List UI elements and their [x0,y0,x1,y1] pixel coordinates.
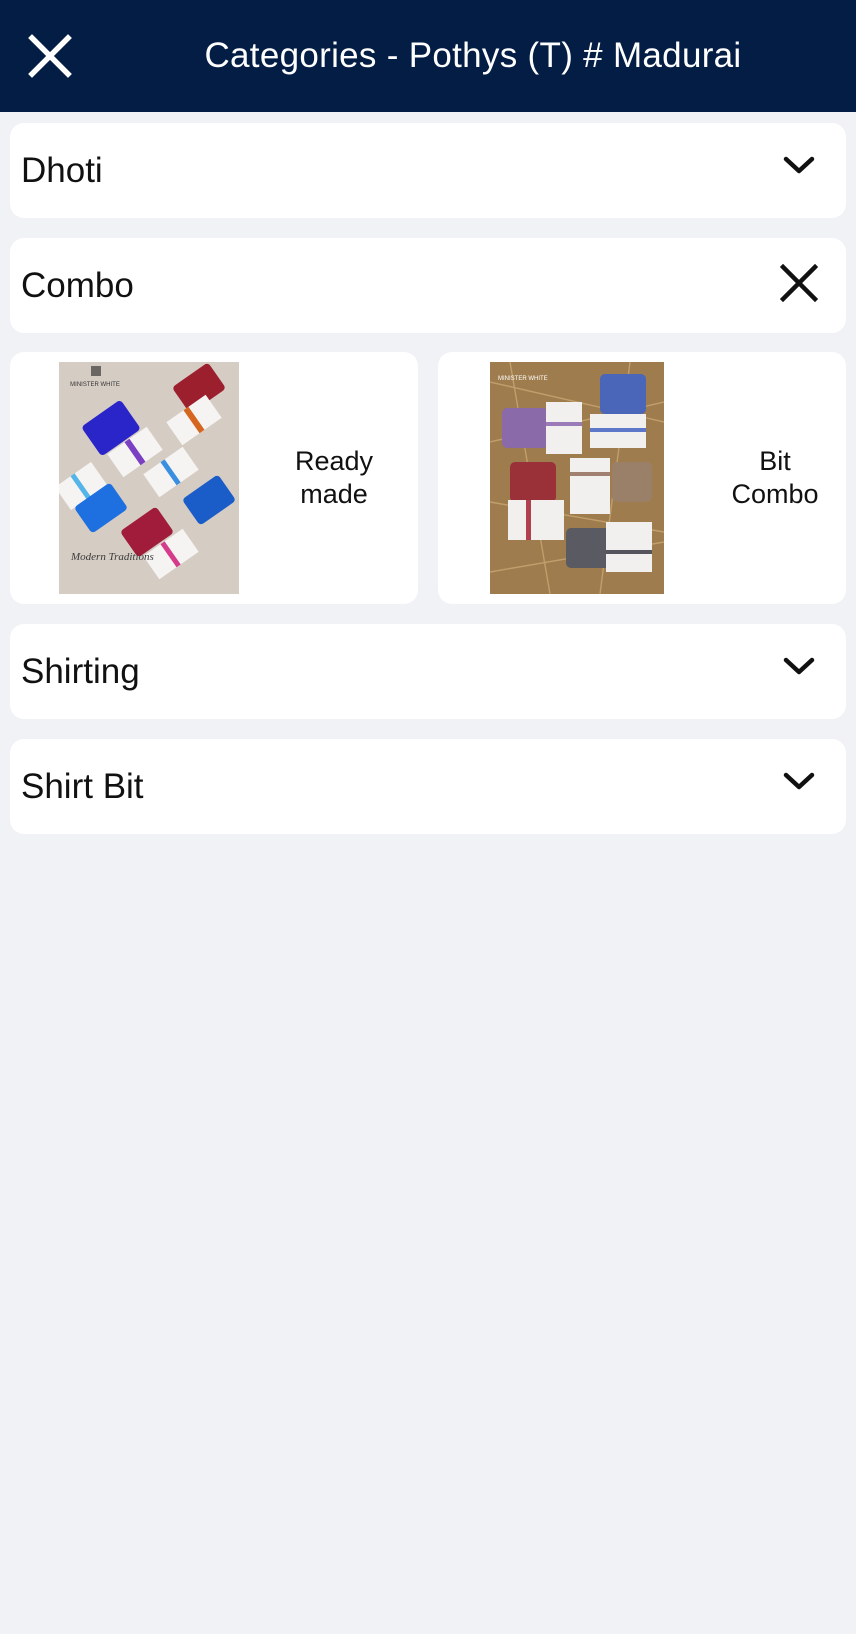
product-thumbnail: MINISTER WHITE [59,362,239,594]
category-dhoti[interactable]: Dhoti [10,123,846,218]
svg-text:MINISTER WHITE: MINISTER WHITE [70,382,120,388]
chevron-down-icon [783,156,815,174]
page-title: Categories - Pothys (T) # Madurai [204,36,742,75]
expand-toggle[interactable] [774,141,824,191]
collapse-toggle[interactable] [774,258,824,308]
expand-toggle[interactable] [774,642,824,692]
category-shirt-bit[interactable]: Shirt Bit [10,739,846,834]
category-shirting[interactable]: Shirting [10,624,846,719]
subcategory-bit-combo[interactable]: MINISTER WHITE Bit Combo [438,352,846,604]
category-combo[interactable]: Combo [10,238,846,333]
close-button[interactable] [22,28,78,84]
category-label: Dhoti [21,150,103,190]
subcategory-label-line2: Combo [731,479,819,509]
subcategory-label-line1: Bit [759,446,791,476]
category-label: Shirting [21,651,140,691]
svg-text:MINISTER WHITE: MINISTER WHITE [498,376,548,382]
close-icon [28,34,72,78]
chevron-down-icon [783,772,815,790]
category-label: Combo [21,265,134,305]
product-thumbnail: MINISTER WHITE [490,362,664,594]
chevron-down-icon [783,657,815,675]
svg-text:Modern Traditions: Modern Traditions [70,551,154,563]
expand-toggle[interactable] [774,757,824,807]
subcategory-label-line1: Ready [294,446,374,476]
close-icon [780,264,818,302]
subcategory-label: Ready made [270,352,398,604]
category-label: Shirt Bit [21,766,144,806]
subcategory-label-line2: made [300,479,368,509]
app-header: Categories - Pothys (T) # Madurai [0,0,856,112]
subcategory-label: Bit Combo [714,352,836,604]
subcategory-ready-made[interactable]: MINISTER WHITE Modern Traditions Ready m… [10,352,418,604]
